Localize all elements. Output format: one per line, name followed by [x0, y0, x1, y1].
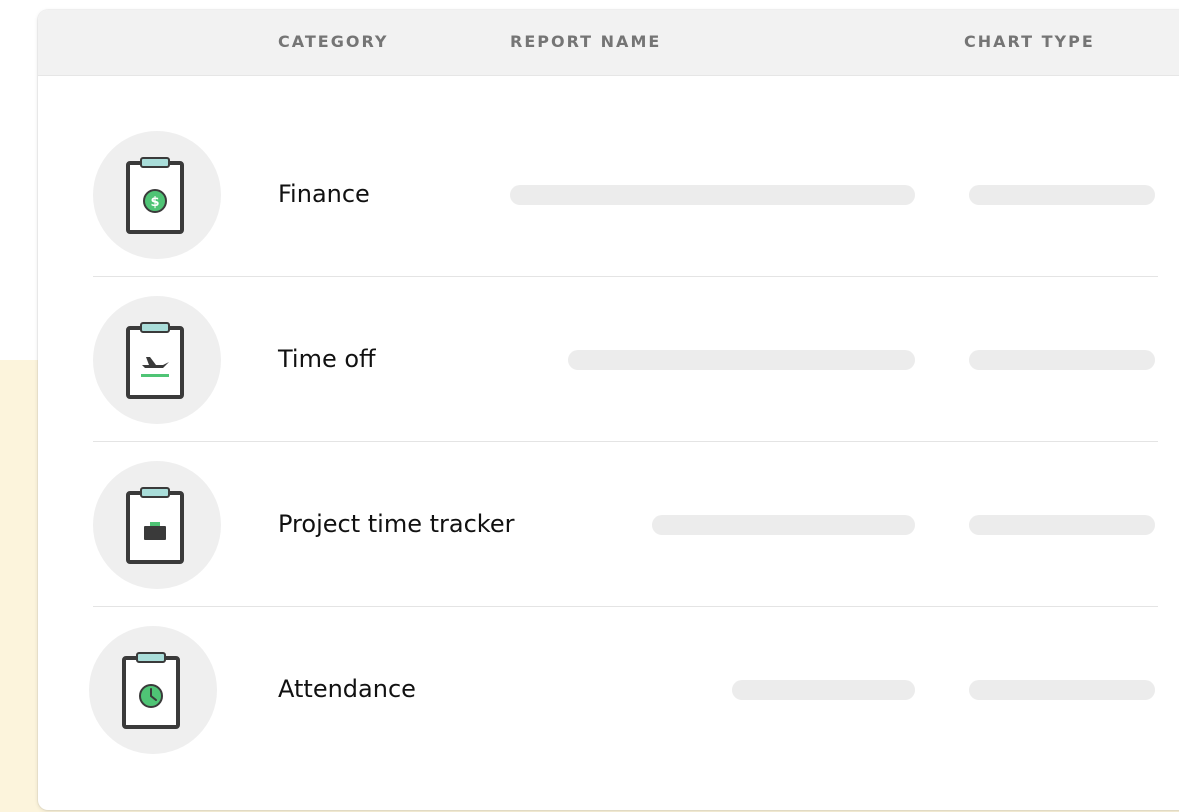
table-row[interactable]: Project time tracker [38, 443, 1179, 607]
row-divider [93, 276, 1158, 277]
column-header-chart-type[interactable]: CHART TYPE [964, 32, 1095, 51]
category-label: Finance [278, 180, 370, 208]
row-divider [93, 441, 1158, 442]
table-row[interactable]: Time off [38, 278, 1179, 442]
reports-table-card: CATEGORY REPORT NAME CHART TYPE $ Financ… [38, 10, 1179, 810]
chart-type-placeholder [969, 350, 1155, 370]
project-clipboard-icon [93, 461, 221, 589]
report-name-placeholder [510, 185, 915, 205]
finance-clipboard-icon: $ [93, 131, 221, 259]
attendance-clipboard-icon [89, 626, 217, 754]
column-header-report-name[interactable]: REPORT NAME [510, 32, 661, 51]
table-row[interactable]: $ Finance [38, 113, 1179, 277]
column-header-category[interactable]: CATEGORY [278, 32, 389, 51]
report-name-placeholder [568, 350, 915, 370]
category-label: Project time tracker [278, 510, 515, 538]
report-name-placeholder [732, 680, 915, 700]
table-header: CATEGORY REPORT NAME CHART TYPE [38, 10, 1179, 76]
report-name-placeholder [652, 515, 915, 535]
chart-type-placeholder [969, 185, 1155, 205]
chart-type-placeholder [969, 680, 1155, 700]
time-off-clipboard-icon [93, 296, 221, 424]
table-row[interactable]: Attendance [38, 608, 1179, 772]
chart-type-placeholder [969, 515, 1155, 535]
row-divider [93, 606, 1158, 607]
category-label: Attendance [278, 675, 416, 703]
svg-text:$: $ [150, 195, 159, 210]
category-label: Time off [278, 345, 376, 373]
